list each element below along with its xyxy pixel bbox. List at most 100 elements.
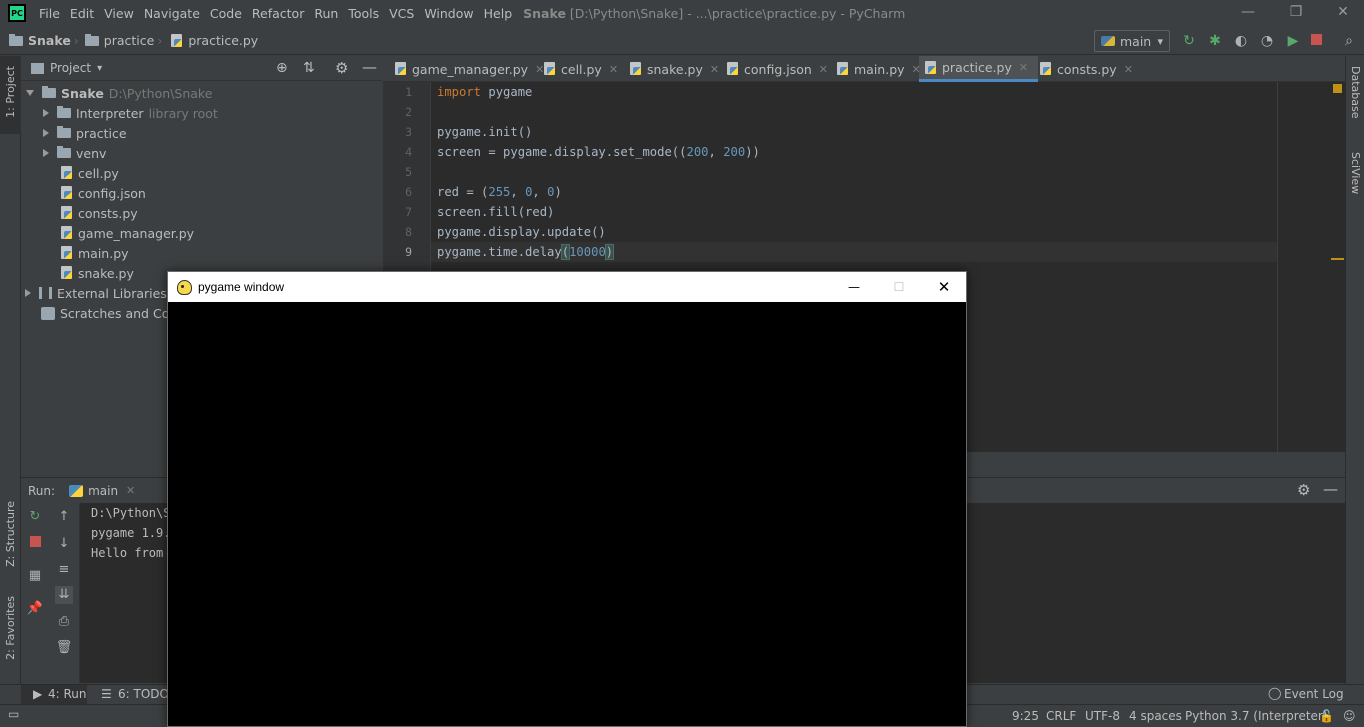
line-number: 4 <box>405 145 412 159</box>
menu-edit[interactable]: Edit <box>65 6 99 21</box>
collapse-all-icon[interactable]: ⇅ <box>303 60 315 76</box>
tree-item-file[interactable]: config.json <box>57 183 146 203</box>
pygame-window[interactable]: pygame window — ☐ ✕ <box>167 271 967 727</box>
tool-tab-sciview[interactable]: SciView <box>1349 152 1362 194</box>
trash-icon[interactable]: 🗑 <box>55 639 73 657</box>
tab-consts[interactable]: consts.py ✕ <box>1034 56 1133 82</box>
file-encoding[interactable]: UTF-8 <box>1085 709 1120 723</box>
line-separator[interactable]: CRLF <box>1046 709 1076 723</box>
tab-snake[interactable]: snake.py ✕ <box>624 56 719 82</box>
toggle-tool-windows-icon[interactable]: ▭ <box>8 707 19 721</box>
tool-tab-structure[interactable]: Z: Structure <box>4 501 17 567</box>
close-button[interactable]: ✕ <box>1333 3 1353 21</box>
menu-view[interactable]: View <box>99 6 139 21</box>
hide-panel-icon[interactable]: — <box>362 58 377 76</box>
layout-icon[interactable]: ▦ <box>26 567 44 585</box>
stop-icon[interactable] <box>26 535 44 553</box>
scroll-to-end-icon[interactable]: ⇊ <box>55 586 73 604</box>
menu-refactor[interactable]: Refactor <box>247 6 309 21</box>
search-icon[interactable]: ⌕ <box>1341 33 1357 49</box>
restore-button[interactable]: ❐ <box>1286 3 1306 21</box>
tab-game-manager[interactable]: game_manager.py ✕ <box>389 56 544 82</box>
print-icon[interactable]: ⎙ <box>55 613 73 631</box>
python-file-icon <box>544 62 557 76</box>
tab-practice[interactable]: practice.py ✕ <box>919 56 1039 82</box>
pygame-maximize-button[interactable]: ☐ <box>876 272 922 302</box>
breadcrumb-root[interactable]: Snake <box>28 33 71 48</box>
tree-item-label: venv <box>76 145 107 161</box>
pygame-minimize-button[interactable]: — <box>831 272 877 302</box>
pin-icon[interactable]: 📌 <box>26 600 44 618</box>
tree-item-file[interactable]: snake.py <box>57 263 134 283</box>
chevron-down-icon[interactable]: ▾ <box>97 63 102 74</box>
hide-panel-icon[interactable]: — <box>1323 480 1338 498</box>
close-icon[interactable]: ✕ <box>819 63 828 76</box>
inspection-status-icon[interactable] <box>1333 84 1342 93</box>
close-icon[interactable]: ✕ <box>1124 63 1133 76</box>
tree-item-file[interactable]: main.py <box>57 243 129 263</box>
close-icon[interactable]: ✕ <box>1019 61 1028 74</box>
menu-help[interactable]: Help <box>479 6 518 21</box>
tool-tab-database[interactable]: Database <box>1349 66 1362 119</box>
python-file-icon <box>171 33 184 48</box>
rerun-icon[interactable]: ↻ <box>26 508 44 526</box>
interpreter-selector[interactable]: Python 3.7 (Interpreter) <box>1185 709 1328 723</box>
tool-tab-favorites[interactable]: 2: Favorites <box>4 596 17 660</box>
tool-tab-todo[interactable]: 6: TODO <box>118 687 169 701</box>
tree-root-snake[interactable]: Snake D:\Python\Snake <box>26 83 212 103</box>
project-view-select[interactable]: Project <box>50 61 91 75</box>
menu-vcs[interactable]: VCS <box>384 6 419 21</box>
debug-icon[interactable]: ✱ <box>1207 33 1223 49</box>
breadcrumb-file[interactable]: practice.py <box>188 33 258 48</box>
tree-item-file[interactable]: cell.py <box>57 163 119 183</box>
tree-item-interpreter[interactable]: Interpreter library root <box>43 103 218 123</box>
close-icon[interactable]: ✕ <box>710 63 719 76</box>
run-configuration-select[interactable]: main ▾ <box>1094 30 1170 52</box>
expanded-icon <box>26 90 34 96</box>
window-title: Snake [D:\Python\Snake] - ...\practice\p… <box>523 6 905 21</box>
locate-icon[interactable]: ⊕ <box>276 60 288 76</box>
tree-item-venv[interactable]: venv <box>43 143 106 163</box>
breadcrumb-folder[interactable]: practice <box>104 33 155 48</box>
profile-icon[interactable]: ◔ <box>1259 33 1275 49</box>
tab-cell[interactable]: cell.py ✕ <box>538 56 618 82</box>
coverage-icon[interactable]: ◐ <box>1233 33 1249 49</box>
tree-item-external-libraries[interactable]: External Libraries <box>25 283 167 303</box>
tree-item-file[interactable]: game_manager.py <box>57 223 194 243</box>
warning-marker[interactable] <box>1331 258 1344 260</box>
stop-icon[interactable] <box>1311 34 1322 45</box>
close-icon[interactable]: ✕ <box>126 484 135 497</box>
menu-navigate[interactable]: Navigate <box>139 6 205 21</box>
gear-icon[interactable]: ⚙ <box>335 59 348 77</box>
tab-main[interactable]: main.py ✕ <box>831 56 921 82</box>
menu-code[interactable]: Code <box>205 6 247 21</box>
rerun-icon[interactable]: ↻ <box>1181 33 1197 49</box>
lock-icon[interactable]: 🔓 <box>1319 709 1334 723</box>
caret-position[interactable]: 9:25 <box>1012 709 1039 723</box>
tool-tab-project[interactable]: 1: Project <box>4 66 17 118</box>
run-tab-main[interactable]: main <box>88 484 118 498</box>
tab-label: practice.py <box>942 60 1012 75</box>
gear-icon[interactable]: ⚙ <box>1297 481 1310 499</box>
menu-window[interactable]: Window <box>419 6 478 21</box>
arrow-up-icon[interactable]: ↑ <box>55 508 73 526</box>
tree-item-file[interactable]: consts.py <box>57 203 138 223</box>
pygame-titlebar[interactable]: pygame window — ☐ ✕ <box>168 272 966 302</box>
arrow-down-icon[interactable]: ↓ <box>55 535 73 553</box>
code-line-9: pygame.time.delay(10000) <box>437 244 615 260</box>
indent-setting[interactable]: 4 spaces <box>1129 709 1182 723</box>
tab-config[interactable]: config.json ✕ <box>721 56 828 82</box>
tool-tab-run[interactable]: 4: Run <box>48 687 87 701</box>
minimize-button[interactable]: — <box>1238 3 1258 21</box>
menu-tools[interactable]: Tools <box>343 6 384 21</box>
run-icon[interactable]: ▶ <box>1285 33 1301 49</box>
menu-run[interactable]: Run <box>309 6 343 21</box>
close-icon[interactable]: ✕ <box>609 63 618 76</box>
pygame-close-button[interactable]: ✕ <box>921 272 967 302</box>
tool-tab-event-log[interactable]: Event Log <box>1284 687 1344 701</box>
notification-icon[interactable]: ☺ <box>1343 709 1356 723</box>
soft-wrap-icon[interactable]: ≡ <box>55 561 73 579</box>
menu-file[interactable]: File <box>34 6 65 21</box>
tree-item-practice[interactable]: practice <box>43 123 127 143</box>
pygame-surface[interactable] <box>168 302 966 726</box>
